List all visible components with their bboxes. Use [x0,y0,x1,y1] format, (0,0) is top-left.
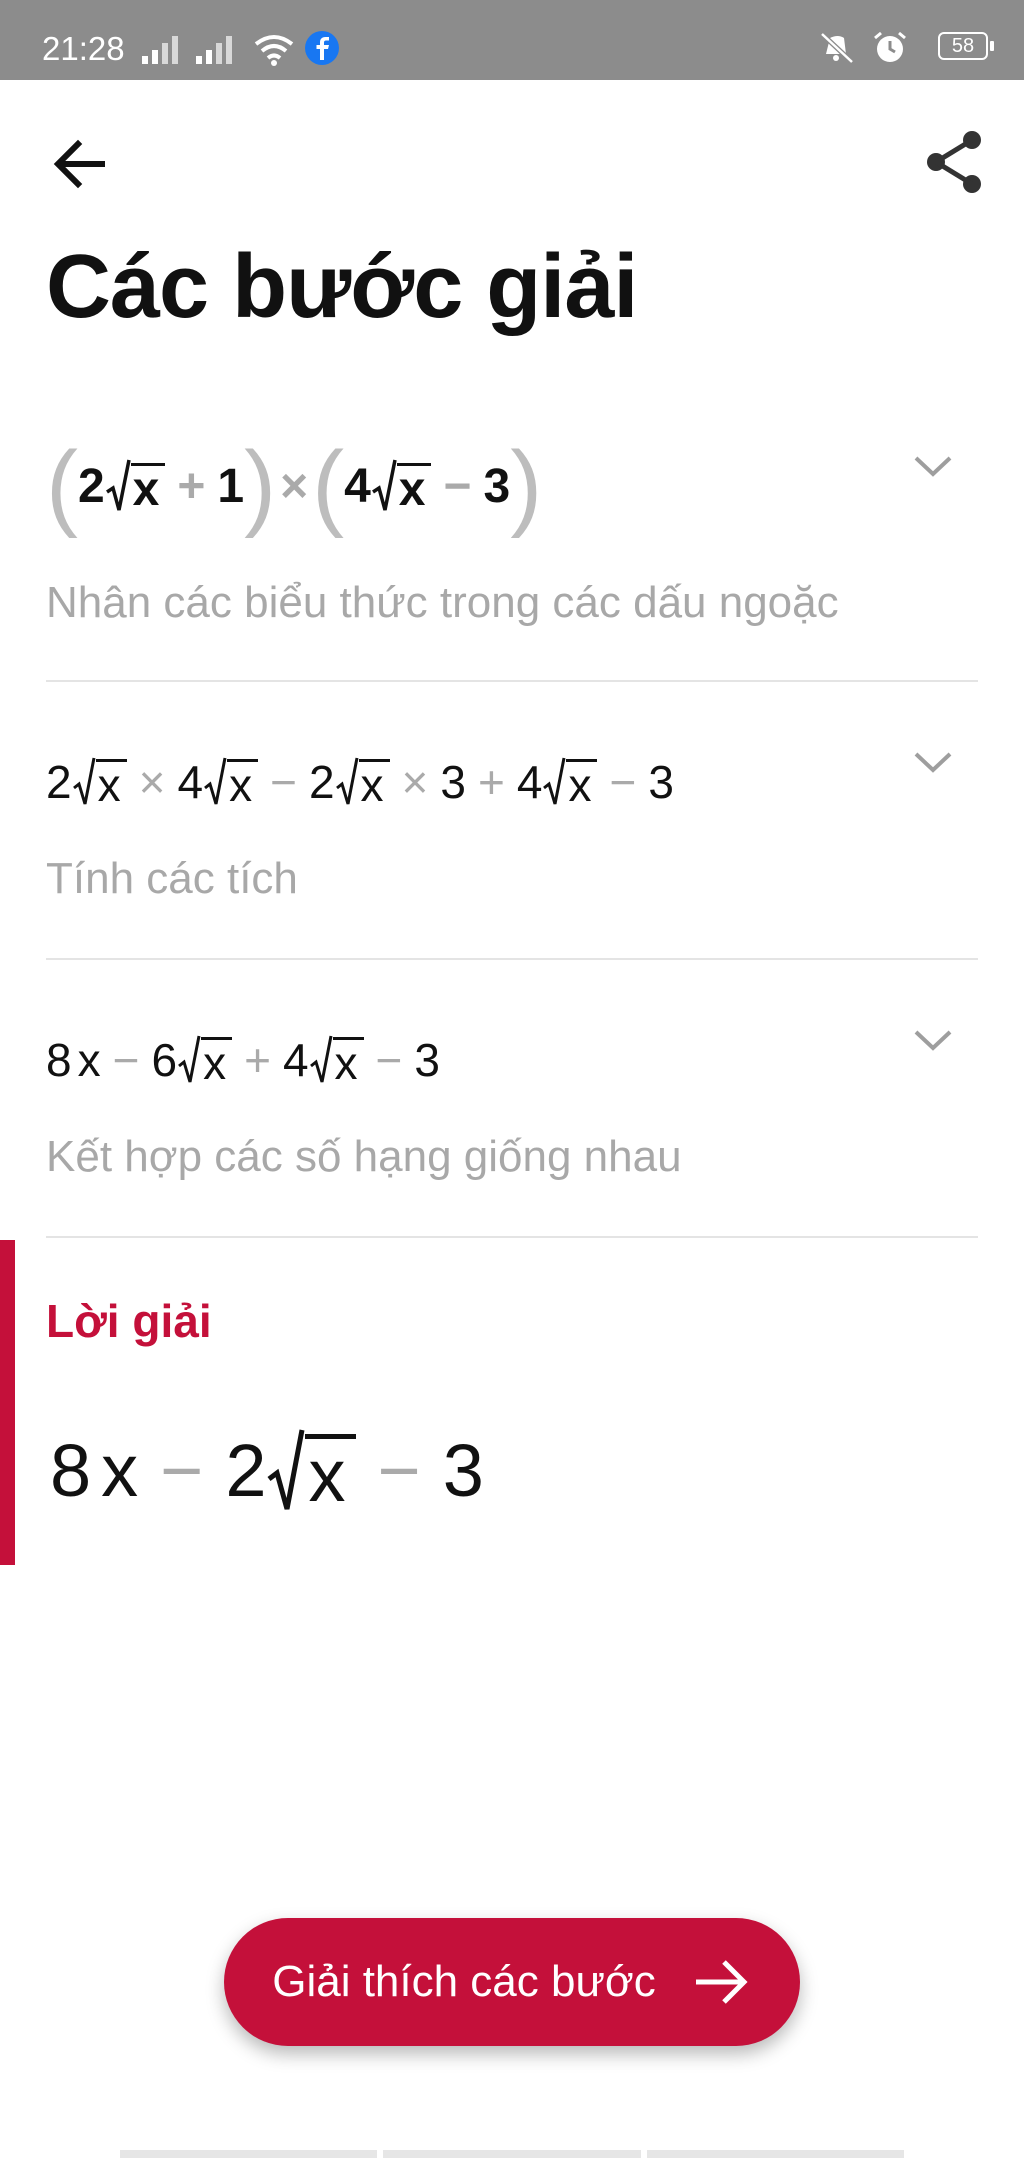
status-bar: 21:28 58 [0,0,1024,80]
term: 6 [151,1034,178,1086]
paren-close: ) [244,432,277,539]
term: 4 [344,459,371,513]
term: x [101,1428,139,1512]
explain-steps-button[interactable]: Giải thích các bước [224,1918,800,2046]
term: 3 [648,756,674,808]
solution-accent-bar [0,1240,15,1565]
operator: − [270,756,297,808]
term: 4 [177,756,204,808]
term: x [77,1034,101,1086]
step-expression: 8 x − 6 x + 4 x − 3 [46,1010,440,1110]
operator: − [377,1428,421,1512]
term: 2 [46,756,72,808]
operator: − [112,1034,140,1086]
back-button[interactable] [44,128,116,200]
tab-indicator-segment [383,2150,641,2158]
operator: + [177,459,206,513]
term: 2 [308,756,335,808]
operator: × [401,756,429,808]
sqrt-symbol: x [177,1034,233,1086]
radicand: x [201,1037,233,1086]
battery-icon: 58 [938,32,988,60]
radicand: x [396,463,432,514]
tab-indicator-segment [120,2150,378,2158]
term: 2 [77,459,105,513]
radicand: x [332,1037,364,1086]
step-description: Nhân các biểu thức trong các dấu ngoặc [46,578,839,627]
radicand: x [304,1434,356,1513]
term: 3 [440,756,466,808]
paren-open: ( [46,432,78,539]
solution-expression: 8 x − 2 x − 3 [50,1410,484,1530]
step-expression: ( 2 x + 1 ) × ( 4 x − 3 ) [46,432,542,539]
term: 3 [483,459,511,513]
radicand: x [95,759,127,808]
term: 4 [516,756,543,808]
share-icon [927,131,981,193]
term: 8 [50,1428,92,1512]
status-time: 21:28 [42,30,125,67]
tab-indicator-segment [646,2150,904,2158]
sqrt-symbol: x [335,756,390,808]
status-right-icons: 58 [816,30,996,70]
bottom-tab-indicator [120,2150,904,2158]
step-item[interactable]: 8 x − 6 x + 4 x − 3 Kết hợp các số hạng … [46,1010,978,1190]
radicand: x [227,759,259,808]
share-button[interactable] [916,124,992,200]
wifi-icon [254,35,294,66]
sqrt-symbol: x [267,1427,356,1513]
divider [46,1236,978,1238]
sqrt-symbol: x [371,458,432,514]
term: 3 [442,1428,484,1512]
step-description: Kết hợp các số hạng giống nhau [46,1132,682,1181]
sqrt-symbol: x [72,756,127,808]
operator: − [160,1428,204,1512]
solution-label: Lời giải [46,1295,212,1347]
sqrt-symbol: x [105,458,166,514]
divider [46,958,978,960]
sqrt-symbol: x [203,756,259,808]
signal-icon [142,36,178,64]
battery-tip [990,41,994,51]
chevron-down-icon[interactable] [908,742,958,782]
facebook-icon [305,31,339,65]
step-item[interactable]: ( 2 x + 1 ) × ( 4 x − 3 ) Nhân các biểu … [46,432,978,636]
radicand: x [566,759,598,808]
operator: × [138,756,166,808]
chevron-down-icon[interactable] [908,1020,958,1060]
operator: + [244,1034,271,1086]
paren-open: ( [312,432,345,539]
page-title: Các bước giải [46,237,638,337]
step-item[interactable]: 2 x × 4 x − 2 x × 3 + 4 x − 3 Tính các t… [46,732,978,912]
term: 3 [414,1034,440,1086]
operator: × [280,459,309,513]
operator: − [443,459,472,513]
radicand: x [358,759,390,808]
chevron-down-icon[interactable] [908,446,958,486]
sqrt-symbol: x [542,756,598,808]
term: 1 [217,459,245,513]
arrow-right-icon [695,1960,748,2004]
operator: − [375,1034,403,1086]
signal-icon [196,36,232,64]
paren-close: ) [510,432,543,539]
operator: + [478,756,505,808]
back-arrow-icon [53,139,105,189]
term: 8 [46,1034,72,1086]
radicand: x [130,463,166,514]
term: 2 [225,1428,267,1512]
operator: − [609,756,637,808]
explain-steps-label: Giải thích các bước [272,1957,656,2006]
divider [46,680,978,682]
step-description: Tính các tích [46,854,298,903]
step-expression: 2 x × 4 x − 2 x × 3 + 4 x − 3 [46,732,674,832]
term: 4 [282,1034,309,1086]
alarm-icon [874,31,906,62]
silent-mode-icon [820,32,854,64]
sqrt-symbol: x [309,1034,364,1086]
